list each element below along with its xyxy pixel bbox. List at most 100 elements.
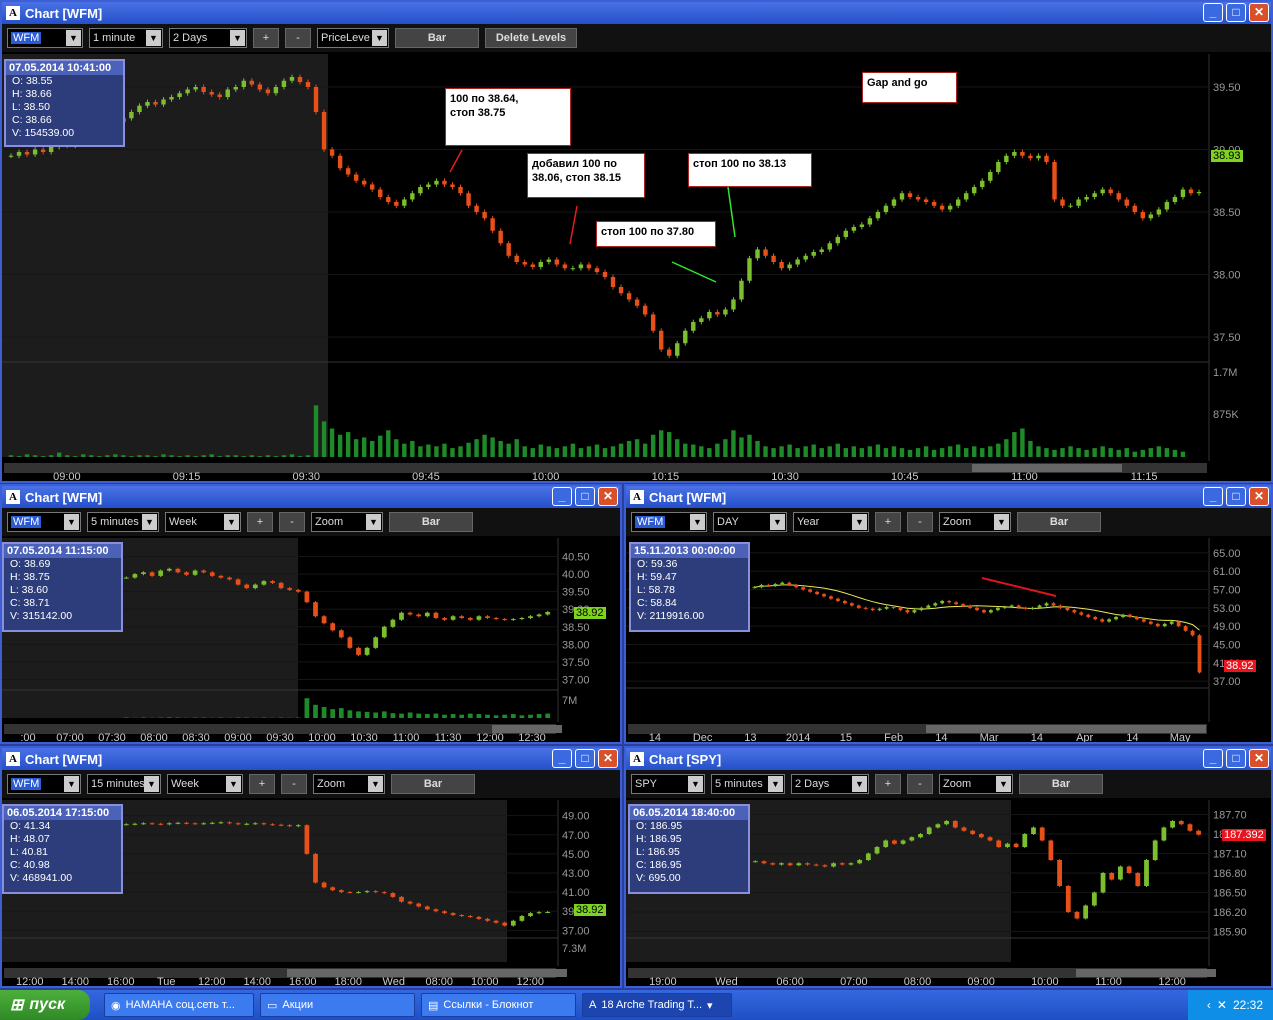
main-window-titlebar[interactable]: A Chart [WFM] _ □ ✕ (2, 2, 1271, 24)
interval-select[interactable]: 1 minute ▼ (89, 28, 163, 48)
symbol-select[interactable]: WFM ▼ (7, 774, 81, 794)
candle (1016, 605, 1021, 608)
minimize-icon[interactable]: _ (552, 487, 572, 506)
maximize-icon[interactable]: □ (1226, 749, 1246, 768)
trade-annotation[interactable]: Gap and go (862, 72, 957, 103)
candle (546, 259, 552, 262)
candle (954, 602, 959, 605)
maximize-icon[interactable]: □ (575, 487, 595, 506)
zoom-out-button[interactable]: - (907, 512, 933, 532)
maximize-icon[interactable]: □ (1226, 487, 1246, 506)
chart-toolbar: WFM ▼ 5 minutes ▼ Week ▼ + - Zoom ▼ Bar (2, 508, 620, 536)
window-titlebar[interactable]: A Chart [WFM] _ □ ✕ (626, 486, 1271, 508)
candle (261, 581, 267, 585)
mode-select[interactable]: Zoom ▼ (939, 512, 1011, 532)
maximize-icon[interactable]: □ (575, 749, 595, 768)
symbol-select[interactable]: WFM ▼ (631, 512, 707, 532)
candle (227, 822, 232, 824)
candle (1030, 607, 1035, 609)
symbol-select[interactable]: SPY ▼ (631, 774, 705, 794)
minimize-icon[interactable]: _ (1203, 749, 1223, 768)
volume-bar (1140, 449, 1146, 457)
candle (848, 863, 854, 865)
candle (1196, 192, 1202, 194)
zoom-out-button[interactable]: - (285, 28, 311, 48)
trade-annotation[interactable]: 100 по 38.64, стоп 38.75 (445, 88, 571, 146)
minimize-icon[interactable]: _ (552, 749, 572, 768)
candle (944, 821, 949, 825)
candle (634, 299, 640, 306)
zoom-in-button[interactable]: + (253, 28, 279, 48)
mode-select[interactable]: Zoom ▼ (313, 774, 385, 794)
candle (424, 612, 430, 617)
minimize-icon[interactable]: _ (1203, 487, 1223, 506)
range-select[interactable]: Week ▼ (167, 774, 243, 794)
trade-annotation[interactable]: добавил 100 по 38.06, стоп 38.15 (527, 153, 645, 198)
volume-bar (467, 713, 473, 718)
interval-value: 5 minutes (715, 778, 763, 790)
range-select[interactable]: Week ▼ (165, 512, 241, 532)
bar-button[interactable]: Bar (389, 512, 473, 532)
interval-select[interactable]: 5 minutes ▼ (711, 774, 785, 794)
taskbar-item[interactable]: ◉ НАМАНА соц.сеть т... (104, 993, 254, 1017)
taskbar-item[interactable]: A 18 Arche Trading T... ▾ (582, 993, 732, 1017)
candle (813, 864, 819, 866)
close-icon[interactable]: ✕ (1249, 487, 1269, 506)
zoom-in-button[interactable]: + (875, 774, 901, 794)
symbol-select[interactable]: WFM ▼ (7, 512, 81, 532)
system-tray: ‹ ✕ 22:32 (1188, 990, 1273, 1020)
close-icon[interactable]: ✕ (598, 749, 618, 768)
mode-select[interactable]: PriceLeve ▼ (317, 28, 389, 48)
zoom-in-button[interactable]: + (875, 512, 901, 532)
range-select[interactable]: 2 Days ▼ (791, 774, 869, 794)
volume-bar (217, 456, 222, 457)
zoom-out-button[interactable]: - (907, 774, 933, 794)
window-titlebar[interactable]: A Chart [SPY] _ □ ✕ (626, 748, 1271, 770)
candle (123, 577, 129, 579)
interval-select[interactable]: 15 minutes ▼ (87, 774, 161, 794)
zoom-in-button[interactable]: + (247, 512, 273, 532)
bar-button[interactable]: Bar (395, 28, 479, 48)
delete-levels-button[interactable]: Delete Levels (485, 28, 577, 48)
taskbar-item[interactable]: ▭ Акции (260, 993, 415, 1017)
window-titlebar[interactable]: A Chart [WFM] _ □ ✕ (2, 486, 620, 508)
window-titlebar[interactable]: A Chart [WFM] _ □ ✕ (2, 748, 620, 770)
zoom-out-button[interactable]: - (279, 512, 305, 532)
close-icon[interactable]: ✕ (598, 487, 618, 506)
candle (218, 822, 224, 824)
minimize-icon[interactable]: _ (1203, 3, 1223, 22)
volume-bar (1084, 449, 1089, 457)
range-select[interactable]: Year ▼ (793, 512, 869, 532)
bar-button[interactable]: Bar (391, 774, 475, 794)
candle (241, 80, 246, 87)
trade-annotation[interactable]: стоп 100 по 37.80 (596, 221, 716, 247)
mode-select[interactable]: Zoom ▼ (311, 512, 383, 532)
close-icon[interactable]: ✕ (1249, 3, 1269, 22)
taskbar-item[interactable]: ▤ Ссылки - Блокнот (421, 993, 576, 1017)
candle (964, 193, 969, 200)
bar-button[interactable]: Bar (1017, 512, 1101, 532)
candle (265, 89, 271, 94)
candle (442, 180, 447, 185)
y-tick-label: 49.00 (1213, 621, 1241, 633)
chevron-left-icon[interactable]: ‹ (1207, 998, 1211, 1012)
mode-select[interactable]: Zoom ▼ (939, 774, 1013, 794)
volume-bar (851, 446, 857, 457)
y-tick-label: 186.50 (1213, 888, 1247, 900)
network-icon[interactable]: ✕ (1217, 998, 1227, 1012)
interval-select[interactable]: 5 minutes ▼ (87, 512, 159, 532)
candle (766, 584, 771, 586)
range-select[interactable]: 2 Days ▼ (169, 28, 247, 48)
close-icon[interactable]: ✕ (1249, 749, 1269, 768)
trade-annotation[interactable]: стоп 100 по 38.13 (688, 153, 812, 187)
symbol-select[interactable]: WFM ▼ (7, 28, 83, 48)
interval-select[interactable]: DAY ▼ (713, 512, 787, 532)
maximize-icon[interactable]: □ (1226, 3, 1246, 22)
zoom-out-button[interactable]: - (281, 774, 307, 794)
clock[interactable]: 22:32 (1233, 998, 1263, 1012)
main-plot-area[interactable]: 39.5039.0038.5038.0037.501.7M875K09:0009… (2, 54, 1271, 481)
bar-button[interactable]: Bar (1019, 774, 1103, 794)
candle (771, 255, 776, 262)
zoom-in-button[interactable]: + (249, 774, 275, 794)
start-button[interactable]: ⊞ пуск (0, 990, 90, 1020)
